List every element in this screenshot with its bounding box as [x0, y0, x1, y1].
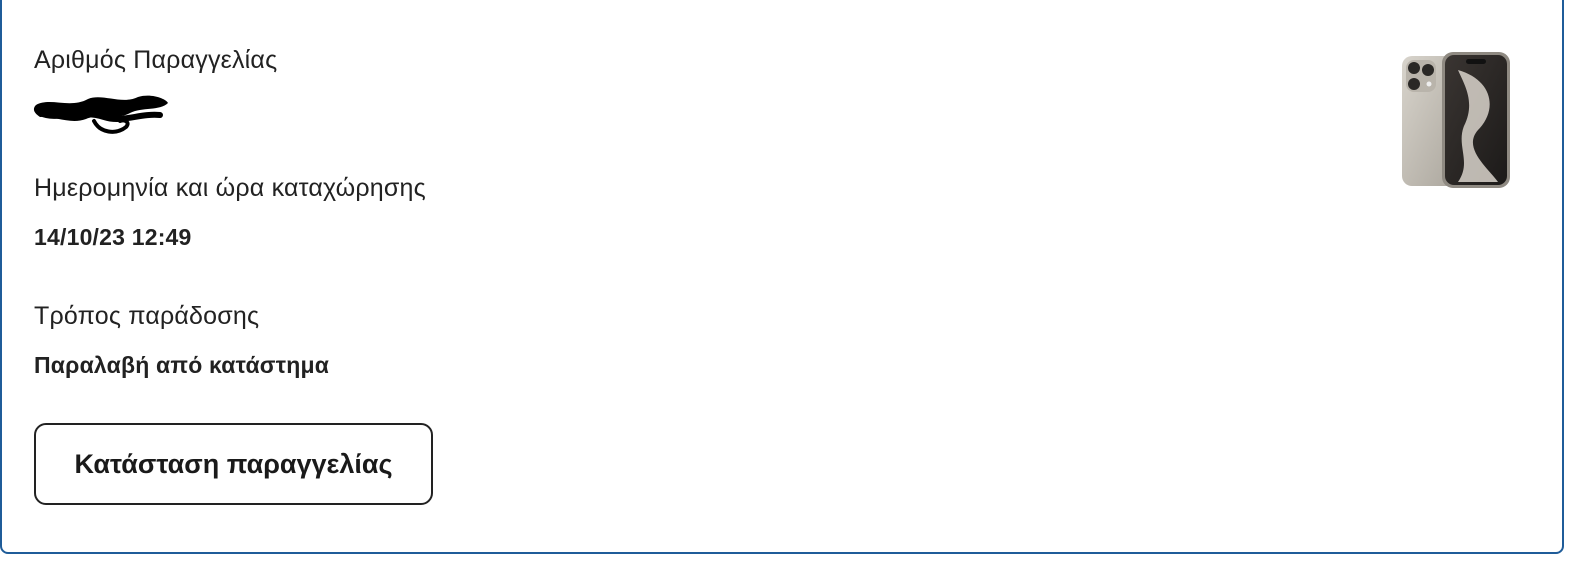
smartphone-image	[1402, 52, 1510, 188]
order-card: Αριθμός Παραγγελίας Ημερομηνία και ώρα κ…	[0, 0, 1564, 554]
redacted-order-number	[33, 95, 169, 134]
order-number-label: Αριθμός Παραγγελίας	[34, 46, 278, 74]
order-date-label: Ημερομηνία και ώρα καταχώρησης	[34, 174, 426, 202]
order-date-value: 14/10/23 12:49	[34, 224, 192, 250]
order-status-button[interactable]: Κατάσταση παραγγελίας	[34, 423, 433, 505]
delivery-method-label: Τρόπος παράδοσης	[34, 302, 260, 330]
delivery-method-value: Παραλαβή από κατάστημα	[34, 352, 330, 378]
